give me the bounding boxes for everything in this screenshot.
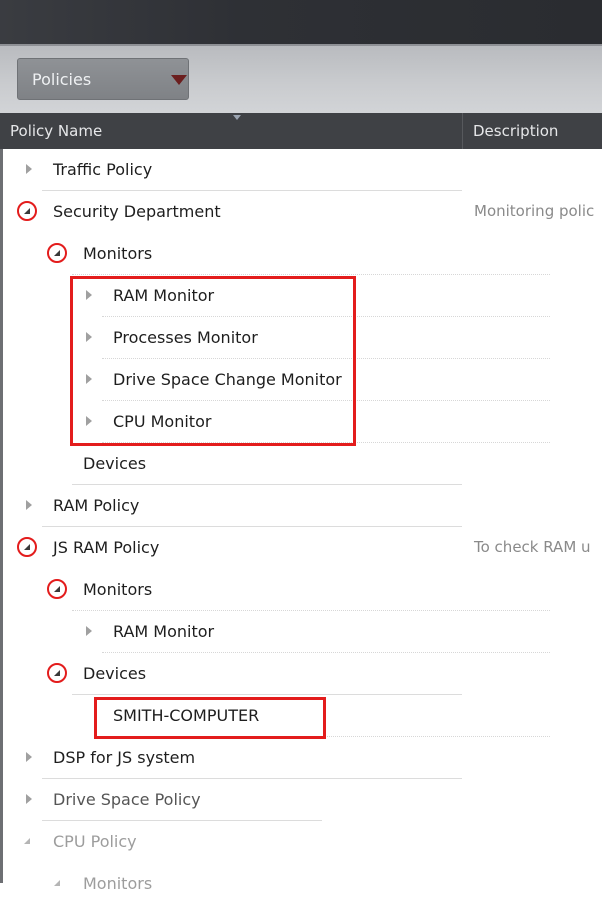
dropdown-value: Policies: [32, 70, 92, 89]
expand-arrow-icon[interactable]: [26, 752, 32, 762]
tree-row-description: To check RAM u: [474, 538, 591, 556]
tree-row-label: DSP for JS system: [53, 748, 196, 767]
toolbar: Policies: [0, 44, 602, 113]
tree-row-label: Monitors: [83, 580, 153, 599]
tree-row-monitors[interactable]: Monitors: [0, 233, 602, 275]
tree-row-label: Security Department: [53, 202, 221, 221]
column-header-description[interactable]: Description: [462, 113, 602, 149]
tree-row-security-department[interactable]: Security Department Monitoring polic: [0, 191, 602, 233]
tree-row-label: JS RAM Policy: [53, 538, 160, 557]
annotation-box-monitors: [70, 276, 356, 446]
tree-row-label: CPU Policy: [53, 832, 137, 851]
tree-row-label: Monitors: [83, 244, 153, 263]
table-header: Policy Name Description: [0, 113, 602, 149]
view-dropdown[interactable]: Policies: [17, 58, 189, 100]
tree-row-dsp-for-js-system[interactable]: DSP for JS system: [0, 737, 602, 779]
expand-arrow-icon[interactable]: [26, 500, 32, 510]
column-header-policy-name[interactable]: Policy Name: [0, 113, 462, 149]
tree-row-ram-monitor[interactable]: RAM Monitor: [0, 611, 602, 653]
title-bar: [0, 0, 602, 44]
tree-row-drive-space-policy[interactable]: Drive Space Policy: [0, 779, 602, 821]
tree-row-label: Devices: [83, 664, 147, 683]
expand-arrow-icon[interactable]: [26, 164, 32, 174]
annotation-box-device: [94, 697, 326, 739]
caret-down-icon: [171, 75, 187, 85]
annotation-circle: [17, 201, 37, 221]
collapse-arrow-icon[interactable]: [24, 838, 30, 844]
annotation-circle: [17, 537, 37, 557]
tree-row-description: Monitoring polic: [474, 202, 595, 220]
collapse-arrow-icon[interactable]: [54, 880, 60, 886]
tree-row-label: Devices: [83, 454, 147, 473]
expand-arrow-icon[interactable]: [86, 626, 92, 636]
tree-row-cpu-policy[interactable]: CPU Policy: [0, 821, 602, 863]
tree-row-label: Drive Space Policy: [53, 790, 201, 809]
tree-row-devices[interactable]: Devices: [0, 443, 602, 485]
tree-row-traffic-policy[interactable]: Traffic Policy: [0, 149, 602, 191]
tree-row-devices[interactable]: Devices: [0, 653, 602, 695]
annotation-circle: [47, 579, 67, 599]
tree-row-monitors[interactable]: Monitors: [0, 863, 602, 905]
annotation-circle: [47, 663, 67, 683]
tree-row-label: RAM Policy: [53, 496, 140, 515]
tree-row-label: RAM Monitor: [113, 622, 215, 641]
tree-row-monitors[interactable]: Monitors: [0, 569, 602, 611]
expand-arrow-icon[interactable]: [26, 794, 32, 804]
tree-row-label: Monitors: [83, 874, 153, 893]
tree-row-ram-policy[interactable]: RAM Policy: [0, 485, 602, 527]
tree-row-js-ram-policy[interactable]: JS RAM Policy To check RAM u: [0, 527, 602, 569]
sort-indicator-icon: [233, 115, 241, 120]
tree-row-label: Traffic Policy: [53, 160, 153, 179]
annotation-circle: [47, 243, 67, 263]
